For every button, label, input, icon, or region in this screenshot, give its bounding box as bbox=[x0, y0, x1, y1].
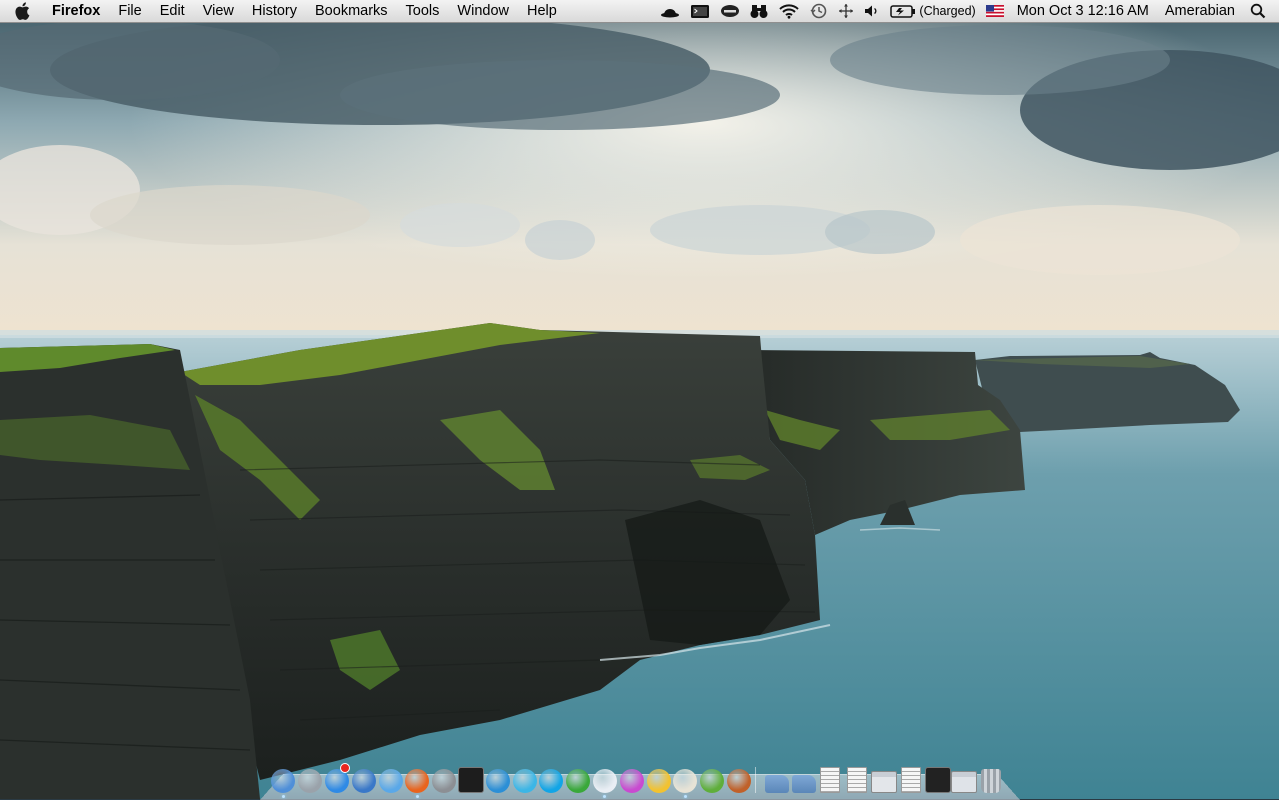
dock-item-applications-folder[interactable] bbox=[763, 765, 790, 793]
user-name[interactable]: Amerabian bbox=[1157, 3, 1245, 19]
menu-history[interactable]: History bbox=[243, 0, 306, 22]
skype-icon bbox=[539, 769, 564, 793]
dock-item-itunes[interactable] bbox=[350, 765, 377, 793]
itunes-icon bbox=[351, 769, 376, 793]
dock-item-app-store[interactable] bbox=[324, 763, 351, 793]
menu-help[interactable]: Help bbox=[518, 0, 566, 22]
dock-item-finder[interactable] bbox=[270, 765, 297, 798]
dock-item-firefox[interactable] bbox=[404, 765, 431, 798]
dock-item-twitter[interactable] bbox=[484, 765, 511, 793]
menu-edit[interactable]: Edit bbox=[151, 0, 194, 22]
desktop-wallpaper[interactable] bbox=[0, 0, 1279, 799]
terminal-icon[interactable] bbox=[685, 0, 715, 22]
menu-window[interactable]: Window bbox=[448, 0, 518, 22]
running-indicator bbox=[415, 795, 419, 798]
running-indicator bbox=[683, 795, 687, 798]
dock-item-weather[interactable] bbox=[645, 765, 672, 793]
dock-separator bbox=[755, 767, 760, 793]
dock-item-launchpad[interactable] bbox=[297, 765, 324, 793]
dock-item-documents-folder[interactable] bbox=[790, 765, 817, 793]
dock-stacks bbox=[763, 765, 1004, 793]
terminal-icon bbox=[924, 767, 951, 793]
dock-item-window-preview-2[interactable] bbox=[951, 765, 978, 793]
gear-icon bbox=[432, 769, 457, 793]
menu-tools[interactable]: Tools bbox=[397, 0, 449, 22]
folder-icon bbox=[764, 775, 789, 793]
menu-bar: Firefox File Edit View History Bookmarks… bbox=[0, 0, 1279, 23]
document-icon bbox=[820, 767, 841, 793]
notes-icon bbox=[673, 769, 698, 793]
menu-file[interactable]: File bbox=[109, 0, 150, 22]
dock-apps bbox=[270, 763, 753, 798]
move-icon[interactable] bbox=[833, 0, 859, 22]
binoculars-icon[interactable] bbox=[745, 0, 773, 22]
dock-item-calendar[interactable] bbox=[592, 765, 619, 798]
dock-item-photo-app[interactable] bbox=[618, 765, 645, 793]
notification-badge bbox=[340, 763, 351, 773]
dock-item-terminal-window[interactable] bbox=[924, 765, 951, 793]
us-flag-icon[interactable] bbox=[981, 0, 1009, 22]
leaf-icon bbox=[700, 769, 725, 793]
dock-item-globe-app[interactable] bbox=[726, 765, 753, 793]
dock-item-document-3[interactable] bbox=[897, 765, 924, 793]
finder-icon bbox=[271, 769, 296, 793]
clock[interactable]: Mon Oct 3 12:16 AM bbox=[1009, 3, 1157, 19]
wifi-icon[interactable] bbox=[773, 0, 805, 22]
trash-icon bbox=[981, 769, 1002, 793]
status-menus: (Charged) Mon Oct 3 12:16 AM Amerabian bbox=[655, 0, 1279, 22]
wallpaper-image bbox=[0, 0, 1279, 799]
dock bbox=[270, 761, 1005, 798]
battery-status[interactable]: (Charged) bbox=[885, 0, 980, 22]
terminal-icon bbox=[457, 767, 484, 793]
messenger-icon bbox=[512, 769, 537, 793]
safari-icon bbox=[378, 769, 403, 793]
document-icon bbox=[847, 767, 868, 793]
firefox-icon bbox=[405, 769, 430, 793]
dock-item-document-1[interactable] bbox=[817, 765, 844, 793]
launchpad-icon bbox=[298, 769, 323, 793]
spotlight-search-icon[interactable] bbox=[1245, 0, 1271, 22]
dock-item-notes[interactable] bbox=[672, 765, 699, 798]
battery-icon bbox=[890, 4, 916, 18]
document-icon bbox=[900, 767, 921, 793]
dock-item-utorrent[interactable] bbox=[565, 765, 592, 793]
menu-view[interactable]: View bbox=[194, 0, 243, 22]
globe-icon bbox=[726, 769, 751, 793]
hat-icon[interactable] bbox=[655, 0, 685, 22]
running-indicator bbox=[281, 795, 285, 798]
menu-app-firefox[interactable]: Firefox bbox=[40, 0, 109, 22]
window-icon bbox=[951, 771, 978, 793]
folder-icon bbox=[791, 775, 816, 793]
dock-item-trash[interactable] bbox=[978, 765, 1005, 793]
dock-item-messenger[interactable] bbox=[511, 765, 538, 793]
calendar-icon bbox=[592, 769, 617, 793]
photos-icon bbox=[619, 769, 644, 793]
spy-icon[interactable] bbox=[715, 0, 745, 22]
dock-item-system-preferences[interactable] bbox=[431, 765, 458, 793]
dock-item-document-2[interactable] bbox=[844, 765, 871, 793]
apple-logo-icon[interactable] bbox=[14, 2, 40, 20]
menu-bookmarks[interactable]: Bookmarks bbox=[306, 0, 397, 22]
dock-item-window-preview-1[interactable] bbox=[870, 765, 898, 793]
dock-item-terminal[interactable] bbox=[457, 765, 485, 793]
dock-item-skype[interactable] bbox=[538, 765, 565, 793]
battery-status-text: (Charged) bbox=[919, 4, 976, 18]
time-machine-icon[interactable] bbox=[805, 0, 833, 22]
dock-item-safari[interactable] bbox=[377, 765, 404, 793]
utorrent-icon bbox=[566, 769, 591, 793]
twitter-icon bbox=[485, 769, 510, 793]
weather-icon bbox=[646, 769, 671, 793]
volume-icon[interactable] bbox=[859, 0, 885, 22]
window-icon bbox=[870, 771, 897, 793]
dock-item-leaf-app[interactable] bbox=[699, 765, 726, 793]
